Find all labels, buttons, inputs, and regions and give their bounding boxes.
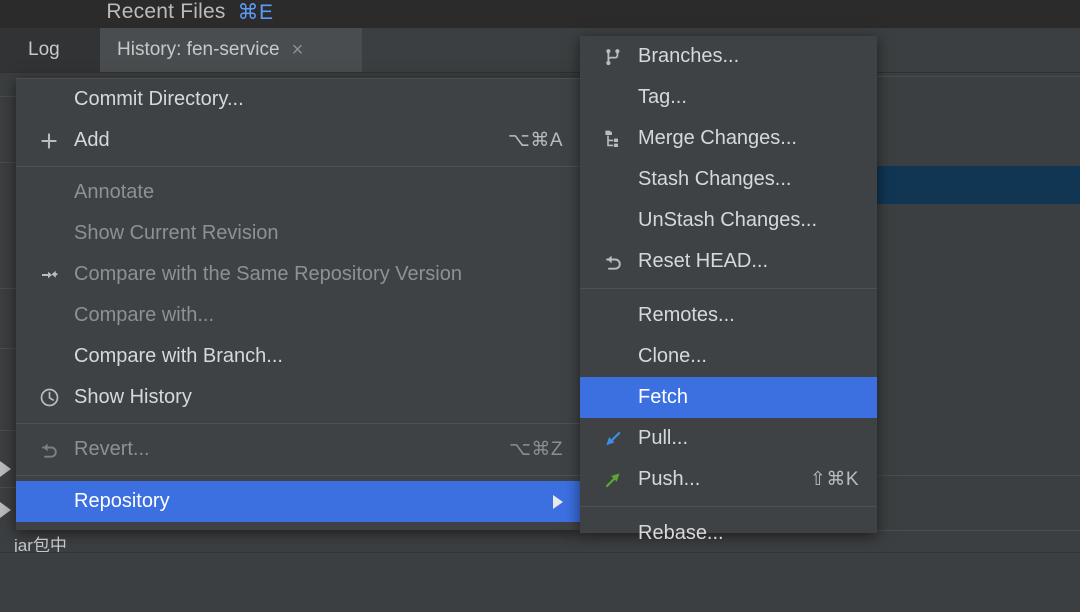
menu-item-tag[interactable]: Tag... <box>580 77 877 118</box>
menu-item-label: Pull... <box>638 427 689 449</box>
menu-item-label: Show History <box>74 386 192 408</box>
menu-item-label: Compare with... <box>74 304 215 326</box>
tab-log[interactable]: Log <box>28 28 60 72</box>
menu-item-label: Rebase... <box>638 522 724 544</box>
background-divider <box>0 162 16 163</box>
menu-item-label: Stash Changes... <box>638 168 792 190</box>
menu-item-branches[interactable]: Branches... <box>580 36 877 77</box>
menu-item-label: Revert... <box>74 438 150 460</box>
menu-item-label: Compare with Branch... <box>74 345 283 367</box>
menu-item-add[interactable]: Add ⌥⌘A <box>16 120 581 161</box>
tool-window-tabstrip: Log History: fen-service × <box>0 28 1080 73</box>
menu-item-clone[interactable]: Clone... <box>580 336 877 377</box>
background-divider <box>877 530 1080 531</box>
background-left-gutter <box>0 72 16 552</box>
tab-log-label: Log <box>28 39 60 60</box>
menu-item-merge-changes[interactable]: Merge Changes... <box>580 118 877 159</box>
menu-item-show-history[interactable]: Show History <box>16 377 581 418</box>
background-divider <box>0 348 16 349</box>
menu-item-label: Reset HEAD... <box>638 250 769 272</box>
background-divider <box>0 487 16 488</box>
repository-submenu[interactable]: Branches... Tag... Merge Changes... Stas… <box>580 36 877 544</box>
background-divider <box>0 96 16 97</box>
background-divider <box>877 475 1080 476</box>
top-bar: Recent Files ⌘E <box>0 0 1080 28</box>
merge-icon <box>602 128 624 150</box>
tree-expand-arrow[interactable] <box>0 461 11 477</box>
menu-item-compare-with-the-same-repository-version[interactable]: Compare with the Same Repository Version <box>16 254 581 295</box>
menu-item-compare-with[interactable]: Compare with... <box>16 295 581 336</box>
reset-icon <box>602 251 624 273</box>
menu-item-show-current-revision[interactable]: Show Current Revision <box>16 213 581 254</box>
push-arrow-icon <box>602 469 624 491</box>
menu-item-stash-changes[interactable]: Stash Changes... <box>580 159 877 200</box>
menu-separator <box>16 423 581 424</box>
app-window: Recent Files ⌘E Log History: fen-service… <box>0 0 1080 612</box>
menu-item-label: Repository <box>74 490 170 512</box>
menu-item-label: Branches... <box>638 45 740 67</box>
menu-item-push[interactable]: Push... ⇧⌘K <box>580 459 877 500</box>
menu-item-label: Annotate <box>74 181 155 203</box>
menu-item-repository[interactable]: Repository <box>16 481 581 522</box>
menu-item-shortcut: ⇧⌘K <box>809 469 859 490</box>
menu-item-rebase[interactable]: Rebase... <box>580 513 877 554</box>
menu-item-reset-head[interactable]: Reset HEAD... <box>580 241 877 282</box>
background-divider <box>877 76 1080 77</box>
tab-history-label: History: fen-service <box>117 39 280 60</box>
menu-item-shortcut: ⌥⌘A <box>507 130 563 151</box>
compare-icon <box>38 264 60 286</box>
menu-item-fetch[interactable]: Fetch <box>580 377 877 418</box>
menu-item-compare-with-branch[interactable]: Compare with Branch... <box>16 336 581 377</box>
background-selected-row[interactable] <box>877 166 1080 204</box>
background-divider <box>0 288 16 289</box>
tree-expand-arrow[interactable] <box>0 502 11 518</box>
menu-separator <box>16 475 581 476</box>
menu-item-shortcut: ⌥⌘Z <box>508 439 563 460</box>
menu-item-label: Compare with the Same Repository Version <box>74 263 462 285</box>
menu-item-label: Clone... <box>638 345 707 367</box>
branch-icon <box>602 46 624 68</box>
menu-item-commit-directory[interactable]: Commit Directory... <box>16 79 581 120</box>
menu-item-label: Show Current Revision <box>74 222 279 244</box>
menu-item-annotate[interactable]: Annotate <box>16 172 581 213</box>
menu-separator <box>580 288 877 289</box>
recent-files-shortcut: ⌘E <box>237 0 274 24</box>
recent-files-title: Recent Files <box>106 0 226 23</box>
menu-item-remotes[interactable]: Remotes... <box>580 295 877 336</box>
menu-item-pull[interactable]: Pull... <box>580 418 877 459</box>
menu-item-revert[interactable]: Revert... ⌥⌘Z <box>16 429 581 470</box>
chevron-right-icon <box>553 494 563 509</box>
menu-item-label: Fetch <box>638 386 689 408</box>
menu-item-label: Commit Directory... <box>74 88 244 110</box>
menu-separator <box>580 506 877 507</box>
background-divider <box>0 430 16 431</box>
menu-item-label: Tag... <box>638 86 687 108</box>
menu-item-label: Remotes... <box>638 304 735 326</box>
vcs-context-menu[interactable]: Commit Directory... Add ⌥⌘A Annotate Sho… <box>16 78 581 530</box>
pull-arrow-icon <box>602 428 624 450</box>
bottom-panel <box>0 552 1080 612</box>
menu-item-unstash-changes[interactable]: UnStash Changes... <box>580 200 877 241</box>
plus-icon <box>38 130 60 152</box>
menu-item-label: Push... <box>638 468 701 490</box>
menu-item-label: Merge Changes... <box>638 127 797 149</box>
close-icon[interactable]: × <box>292 40 304 60</box>
recent-files-popup-header: Recent Files ⌘E <box>0 0 380 27</box>
menu-item-label: Add <box>74 129 110 151</box>
clock-icon <box>38 387 60 409</box>
menu-item-label: UnStash Changes... <box>638 209 817 231</box>
revert-icon <box>38 439 60 461</box>
menu-separator <box>16 166 581 167</box>
tab-history-fen-service[interactable]: History: fen-service × <box>100 28 362 72</box>
